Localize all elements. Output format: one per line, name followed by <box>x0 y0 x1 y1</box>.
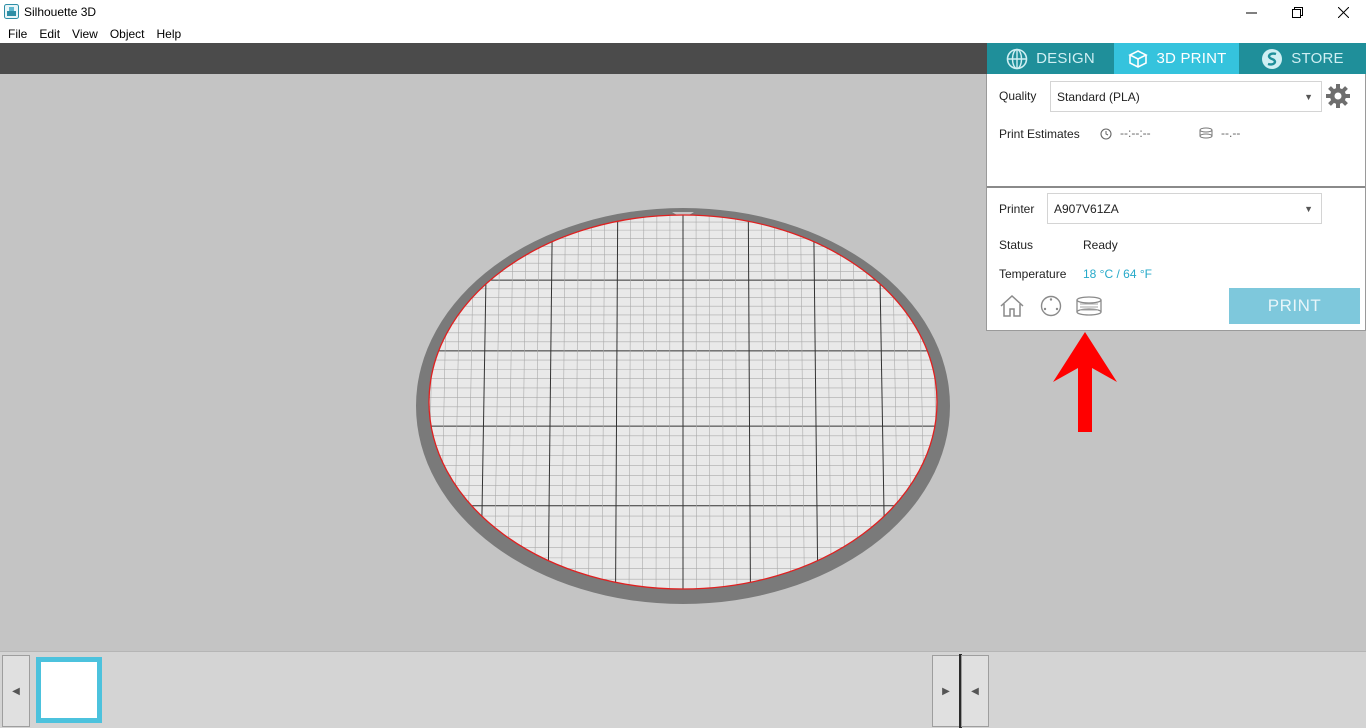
close-button[interactable] <box>1320 0 1366 24</box>
globe-icon <box>1006 48 1028 69</box>
annotation-arrow <box>1053 332 1117 432</box>
chevron-down-icon: ▼ <box>1304 92 1313 102</box>
window-title: Silhouette 3D <box>24 5 97 19</box>
print-panel: Quality Standard (PLA) ▼ Print Estimates… <box>986 74 1366 331</box>
menu-help[interactable]: Help <box>151 27 188 41</box>
panel-divider <box>987 186 1365 188</box>
tab-3d-print[interactable]: 3D PRINT <box>1114 43 1239 74</box>
menu-file[interactable]: File <box>2 27 33 41</box>
level-icon[interactable] <box>1039 294 1063 318</box>
spool-icon <box>1199 127 1213 139</box>
tab-store-label: STORE <box>1291 50 1344 67</box>
tab-design[interactable]: DESIGN <box>987 43 1114 74</box>
printer-select[interactable]: A907V61ZA ▼ <box>1047 193 1322 224</box>
temperature-label: Temperature <box>999 267 1067 281</box>
chevron-left-icon: ◀ <box>971 685 979 697</box>
print-button[interactable]: PRINT <box>1229 288 1360 324</box>
material-estimate: --.-- <box>1221 126 1241 140</box>
clock-icon <box>1100 128 1112 140</box>
tab-3d-print-label: 3D PRINT <box>1156 50 1227 67</box>
tab-design-label: DESIGN <box>1036 50 1095 67</box>
minimize-button[interactable] <box>1228 0 1274 24</box>
menu-object[interactable]: Object <box>104 27 151 41</box>
scroll-right-button[interactable]: ▶ <box>932 655 960 727</box>
menu-edit[interactable]: Edit <box>33 27 66 41</box>
minimize-icon <box>1245 12 1257 13</box>
status-value: Ready <box>1083 238 1118 252</box>
collapse-panel-button[interactable]: ◀ <box>961 655 989 727</box>
menu-view[interactable]: View <box>66 27 104 41</box>
mode-tabs: DESIGN 3D PRINT STORE <box>987 43 1366 74</box>
restore-button[interactable] <box>1274 0 1320 24</box>
thumbnail-bar: ◀ ▶ ◀ <box>0 651 1366 728</box>
s-logo-icon <box>1262 48 1283 69</box>
temperature-value: 18 °C / 64 °F <box>1083 267 1152 281</box>
time-estimate: --:--:-- <box>1120 126 1151 140</box>
chevron-left-icon: ◀ <box>12 685 20 697</box>
chevron-down-icon: ▼ <box>1304 204 1313 214</box>
printer-value: A907V61ZA <box>1054 201 1119 216</box>
quality-select[interactable]: Standard (PLA) ▼ <box>1050 81 1322 112</box>
close-icon <box>1337 6 1349 18</box>
quality-value: Standard (PLA) <box>1057 89 1140 104</box>
gear-icon[interactable] <box>1325 83 1351 109</box>
home-icon[interactable] <box>999 294 1025 318</box>
scroll-left-button[interactable]: ◀ <box>2 655 30 727</box>
quality-label: Quality <box>999 89 1037 103</box>
app-icon <box>4 4 19 19</box>
cube-icon <box>1127 49 1148 68</box>
chevron-right-icon: ▶ <box>942 685 950 697</box>
title-bar: Silhouette 3D <box>0 0 1366 24</box>
filament-icon[interactable] <box>1074 296 1104 316</box>
print-estimates-label: Print Estimates <box>999 127 1080 141</box>
printer-label: Printer <box>999 202 1035 216</box>
status-label: Status <box>999 238 1034 252</box>
menu-bar: File Edit View Object Help <box>0 24 1366 43</box>
restore-icon <box>1291 6 1303 18</box>
document-thumbnail[interactable] <box>36 657 102 723</box>
tab-store[interactable]: STORE <box>1239 43 1366 74</box>
